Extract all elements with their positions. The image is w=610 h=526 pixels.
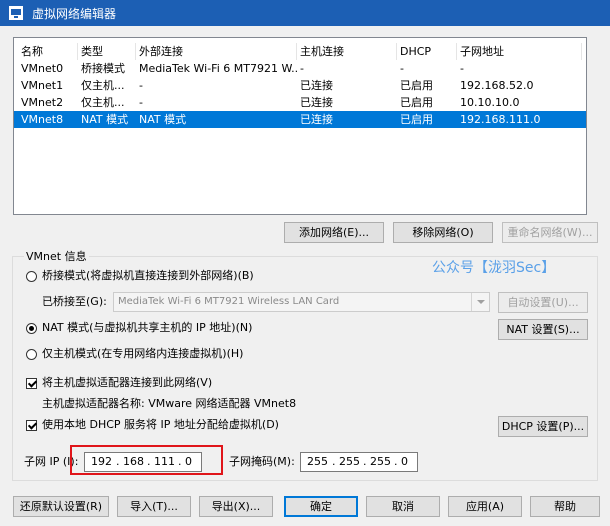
cell-external: - bbox=[139, 96, 143, 109]
export-button[interactable]: 导出(X)... bbox=[199, 496, 273, 517]
bridged-mode-radio[interactable] bbox=[26, 271, 37, 282]
subnet-mask-label: 子网掩码(M): bbox=[229, 455, 295, 468]
column-header-dhcp[interactable]: DHCP bbox=[397, 43, 457, 60]
cancel-button[interactable]: 取消 bbox=[366, 496, 440, 517]
subnet-mask-octet-1: 255 bbox=[307, 455, 328, 468]
subnet-mask-input[interactable]: 255 . 255 . 255 . 0 bbox=[300, 452, 418, 472]
table-row[interactable]: VMnet1 仅主机... - 已连接 已启用 192.168.52.0 bbox=[14, 77, 586, 94]
help-button[interactable]: 帮助 bbox=[530, 496, 600, 517]
bridged-to-value: MediaTek Wi-Fi 6 MT7921 Wireless LAN Car… bbox=[118, 296, 340, 307]
cell-dhcp: 已启用 bbox=[400, 79, 433, 92]
connect-adapter-label[interactable]: 将主机虚拟适配器连接到此网络(V) bbox=[42, 376, 212, 390]
nat-mode-label[interactable]: NAT 模式(与虚拟机共享主机的 IP 地址)(N) bbox=[42, 321, 252, 335]
cell-dhcp: 已启用 bbox=[400, 113, 433, 126]
network-editor-icon bbox=[9, 6, 23, 20]
cell-type: 仅主机... bbox=[81, 79, 125, 92]
chevron-down-icon[interactable] bbox=[471, 293, 489, 311]
dhcp-label[interactable]: 使用本地 DHCP 服务将 IP 地址分配给虚拟机(D) bbox=[42, 418, 279, 432]
cell-host: 已连接 bbox=[300, 96, 333, 109]
cell-name: VMnet1 bbox=[21, 79, 64, 92]
restore-defaults-button[interactable]: 还原默认设置(R) bbox=[13, 496, 109, 517]
rename-network-button[interactable]: 重命名网络(W)... bbox=[502, 222, 598, 243]
bridged-mode-label[interactable]: 桥接模式(将虚拟机直接连接到外部网络)(B) bbox=[42, 269, 254, 283]
cell-host: - bbox=[300, 62, 304, 75]
cell-dhcp: - bbox=[400, 62, 404, 75]
cell-external: - bbox=[139, 79, 143, 92]
cell-external: MediaTek Wi-Fi 6 MT7921 W... bbox=[139, 62, 297, 75]
highlight-box bbox=[70, 445, 223, 475]
vmnet-info-label: VMnet 信息 bbox=[24, 250, 89, 264]
import-button[interactable]: 导入(T)... bbox=[117, 496, 191, 517]
dhcp-checkbox[interactable] bbox=[26, 420, 37, 431]
bridged-to-select[interactable]: MediaTek Wi-Fi 6 MT7921 Wireless LAN Car… bbox=[113, 292, 490, 312]
auto-settings-button[interactable]: 自动设置(U)... bbox=[498, 292, 588, 313]
title-bar[interactable]: 虚拟网络编辑器 bbox=[0, 0, 610, 26]
adapter-name-text: 主机虚拟适配器名称: VMware 网络适配器 VMnet8 bbox=[42, 397, 297, 410]
cell-subnet: 192.168.52.0 bbox=[460, 79, 534, 92]
column-header-external[interactable]: 外部连接 bbox=[136, 43, 297, 60]
table-row[interactable]: VMnet8 NAT 模式 NAT 模式 已连接 已启用 192.168.111.0 bbox=[14, 111, 586, 128]
column-header-subnet[interactable]: 子网地址 bbox=[457, 43, 582, 60]
subnet-mask-octet-2: 255 bbox=[339, 455, 360, 468]
cell-host: 已连接 bbox=[300, 79, 333, 92]
host-only-radio[interactable] bbox=[26, 349, 37, 360]
cell-external: NAT 模式 bbox=[139, 113, 187, 126]
column-header-type[interactable]: 类型 bbox=[78, 43, 136, 60]
cell-type: NAT 模式 bbox=[81, 113, 129, 126]
network-list[interactable]: 名称 类型 外部连接 主机连接 DHCP 子网地址 VMnet0 桥接模式 Medi… bbox=[13, 37, 587, 215]
column-header-name[interactable]: 名称 bbox=[18, 43, 78, 60]
cell-subnet: 10.10.10.0 bbox=[460, 96, 520, 109]
cell-dhcp: 已启用 bbox=[400, 96, 433, 109]
watermark-text: 公众号【泷羽Sec】 bbox=[432, 260, 556, 276]
dhcp-settings-button[interactable]: DHCP 设置(P)... bbox=[498, 416, 588, 437]
ok-button[interactable]: 确定 bbox=[284, 496, 358, 517]
cell-subnet: - bbox=[460, 62, 464, 75]
add-network-button[interactable]: 添加网络(E)... bbox=[284, 222, 384, 243]
cell-name: VMnet0 bbox=[21, 62, 64, 75]
list-header: 名称 类型 外部连接 主机连接 DHCP 子网地址 bbox=[14, 43, 586, 60]
cell-host: 已连接 bbox=[300, 113, 333, 126]
window-title: 虚拟网络编辑器 bbox=[32, 7, 117, 21]
cell-type: 仅主机... bbox=[81, 96, 125, 109]
column-header-host[interactable]: 主机连接 bbox=[297, 43, 397, 60]
table-row[interactable]: VMnet2 仅主机... - 已连接 已启用 10.10.10.0 bbox=[14, 94, 586, 111]
host-only-label[interactable]: 仅主机模式(在专用网络内连接虚拟机)(H) bbox=[42, 347, 243, 361]
nat-settings-button[interactable]: NAT 设置(S)... bbox=[498, 319, 588, 340]
cell-name: VMnet2 bbox=[21, 96, 64, 109]
remove-network-button[interactable]: 移除网络(O) bbox=[393, 222, 493, 243]
bridged-to-label: 已桥接至(G): bbox=[42, 295, 107, 308]
subnet-mask-octet-4: 0 bbox=[401, 455, 408, 468]
table-row[interactable]: VMnet0 桥接模式 MediaTek Wi-Fi 6 MT7921 W... - -… bbox=[14, 60, 586, 77]
nat-mode-radio[interactable] bbox=[26, 323, 37, 334]
apply-button[interactable]: 应用(A) bbox=[448, 496, 522, 517]
cell-subnet: 192.168.111.0 bbox=[460, 113, 541, 126]
connect-adapter-checkbox[interactable] bbox=[26, 378, 37, 389]
subnet-mask-octet-3: 255 bbox=[370, 455, 391, 468]
cell-type: 桥接模式 bbox=[81, 62, 125, 75]
cell-name: VMnet8 bbox=[21, 113, 64, 126]
